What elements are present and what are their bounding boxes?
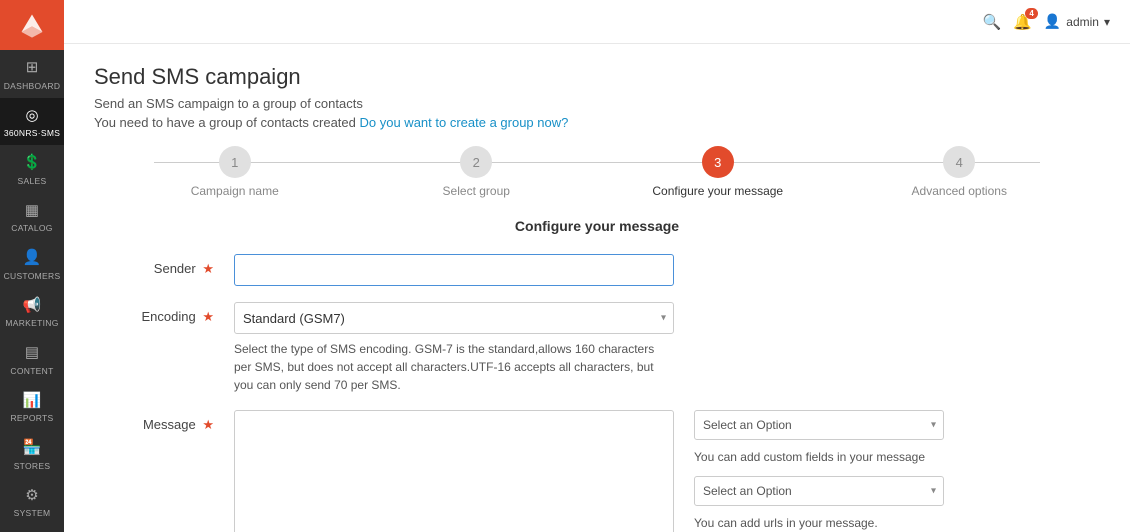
- notification-badge: 4: [1025, 8, 1037, 19]
- sidebar-item-label: REPORTS: [10, 413, 53, 424]
- sidebar-item-find-partners[interactable]: 🧩 FIND PARTNERS & EXTENSIONS: [0, 525, 64, 532]
- main-content: 🔍 🔔 4 👤 admin ▾ Send SMS campaign Send a…: [64, 0, 1130, 532]
- sidebar-item-label: DASHBOARD: [4, 81, 61, 92]
- message-row: Message ★ Select an Option ▾ You can add…: [94, 410, 1100, 532]
- sidebar-item-catalog[interactable]: ▦ CATALOG: [0, 193, 64, 241]
- reports-icon: 📊: [23, 391, 42, 411]
- sidebar-item-label: CONTENT: [10, 366, 53, 377]
- message-label: Message ★: [94, 410, 214, 433]
- step-2: 2 Select group: [356, 146, 598, 198]
- sender-input[interactable]: [234, 254, 674, 286]
- page-link-text: You need to have a group of contacts cre…: [94, 115, 1100, 130]
- step-4-circle: 4: [943, 146, 975, 178]
- section-title: Configure your message: [94, 218, 1100, 234]
- message-textarea[interactable]: [234, 410, 674, 532]
- sidebar-item-system[interactable]: ⚙ SYSTEM: [0, 478, 64, 526]
- 360nrs-icon: ◎: [25, 106, 38, 126]
- user-icon: 👤: [1044, 13, 1061, 30]
- marketing-icon: 📢: [23, 296, 42, 316]
- sidebar-item-label: CUSTOMERS: [4, 271, 61, 282]
- sidebar-item-marketing[interactable]: 📢 MARKETING: [0, 288, 64, 336]
- sidebar-item-label: SYSTEM: [14, 508, 51, 519]
- sidebar-logo: [0, 0, 64, 50]
- sidebar-item-customers[interactable]: 👤 CUSTOMERS: [0, 240, 64, 288]
- encoding-field: Standard (GSM7) UTF-16 ▾ Select the type…: [234, 302, 1100, 394]
- stores-icon: 🏪: [23, 438, 42, 458]
- encoding-select[interactable]: Standard (GSM7) UTF-16: [234, 302, 674, 334]
- content-icon: ▤: [25, 343, 39, 363]
- admin-label: admin: [1066, 15, 1099, 29]
- urls-wrapper: Select an Option ▾: [694, 476, 944, 506]
- page-content: Send SMS campaign Send an SMS campaign t…: [64, 44, 1130, 532]
- search-icon[interactable]: 🔍: [982, 13, 1001, 31]
- sidebar-item-dashboard[interactable]: ⊞ DASHBOARD: [0, 50, 64, 98]
- encoding-help: Select the type of SMS encoding. GSM-7 i…: [234, 340, 674, 394]
- create-group-link[interactable]: Do you want to create a group now?: [360, 115, 569, 130]
- dashboard-icon: ⊞: [26, 58, 39, 78]
- user-menu[interactable]: 👤 admin ▾: [1044, 13, 1110, 30]
- sender-label: Sender ★: [94, 254, 214, 277]
- sidebar-item-stores[interactable]: 🏪 STORES: [0, 430, 64, 478]
- sidebar-item-label: SALES: [18, 176, 47, 187]
- sidebar-item-reports[interactable]: 📊 REPORTS: [0, 383, 64, 431]
- custom-fields-select[interactable]: Select an Option: [694, 410, 944, 440]
- step-4-label: Advanced options: [912, 184, 1007, 198]
- encoding-required: ★: [202, 309, 214, 324]
- catalog-icon: ▦: [25, 201, 39, 221]
- step-1-label: Campaign name: [191, 184, 279, 198]
- step-3-label: Configure your message: [652, 184, 783, 198]
- step-3: 3 Configure your message: [597, 146, 839, 198]
- stepper: 1 Campaign name 2 Select group 3 Configu…: [94, 146, 1100, 198]
- sidebar-item-label: CATALOG: [11, 223, 52, 234]
- sales-icon: 💲: [23, 153, 42, 173]
- topbar: 🔍 🔔 4 👤 admin ▾: [64, 0, 1130, 44]
- step-3-circle: 3: [702, 146, 734, 178]
- page-title: Send SMS campaign: [94, 64, 1100, 90]
- sidebar-item-360nrs[interactable]: ◎ 360NRS·SMS: [0, 98, 64, 146]
- step-4: 4 Advanced options: [839, 146, 1081, 198]
- encoding-row: Encoding ★ Standard (GSM7) UTF-16 ▾ Sele…: [94, 302, 1100, 394]
- sender-field: [234, 254, 1100, 286]
- sender-row: Sender ★: [94, 254, 1100, 286]
- step-1: 1 Campaign name: [114, 146, 356, 198]
- step-2-circle: 2: [460, 146, 492, 178]
- notification-icon[interactable]: 🔔 4: [1013, 13, 1032, 31]
- message-sidebar: Select an Option ▾ You can add custom fi…: [694, 410, 1100, 532]
- sidebar-item-sales[interactable]: 💲 SALES: [0, 145, 64, 193]
- chevron-down-icon: ▾: [1104, 15, 1110, 29]
- system-icon: ⚙: [25, 486, 38, 506]
- sidebar-item-content[interactable]: ▤ CONTENT: [0, 335, 64, 383]
- custom-fields-help: You can add custom fields in your messag…: [694, 450, 1100, 464]
- message-required: ★: [202, 417, 214, 432]
- customers-icon: 👤: [23, 248, 42, 268]
- encoding-label: Encoding ★: [94, 302, 214, 325]
- sender-required: ★: [202, 261, 214, 276]
- urls-help: You can add urls in your message.: [694, 516, 1100, 530]
- custom-fields-wrapper: Select an Option ▾: [694, 410, 944, 440]
- sidebar-item-label: STORES: [14, 461, 51, 472]
- urls-select[interactable]: Select an Option: [694, 476, 944, 506]
- sidebar-item-label: MARKETING: [5, 318, 58, 329]
- link-prefix: You need to have a group of contacts cre…: [94, 115, 360, 130]
- page-subtitle: Send an SMS campaign to a group of conta…: [94, 96, 1100, 111]
- sidebar: ⊞ DASHBOARD ◎ 360NRS·SMS 💲 SALES ▦ CATAL…: [0, 0, 64, 532]
- sidebar-item-label: 360NRS·SMS: [4, 128, 60, 139]
- step-2-label: Select group: [443, 184, 510, 198]
- step-1-circle: 1: [219, 146, 251, 178]
- encoding-select-wrapper: Standard (GSM7) UTF-16 ▾: [234, 302, 674, 334]
